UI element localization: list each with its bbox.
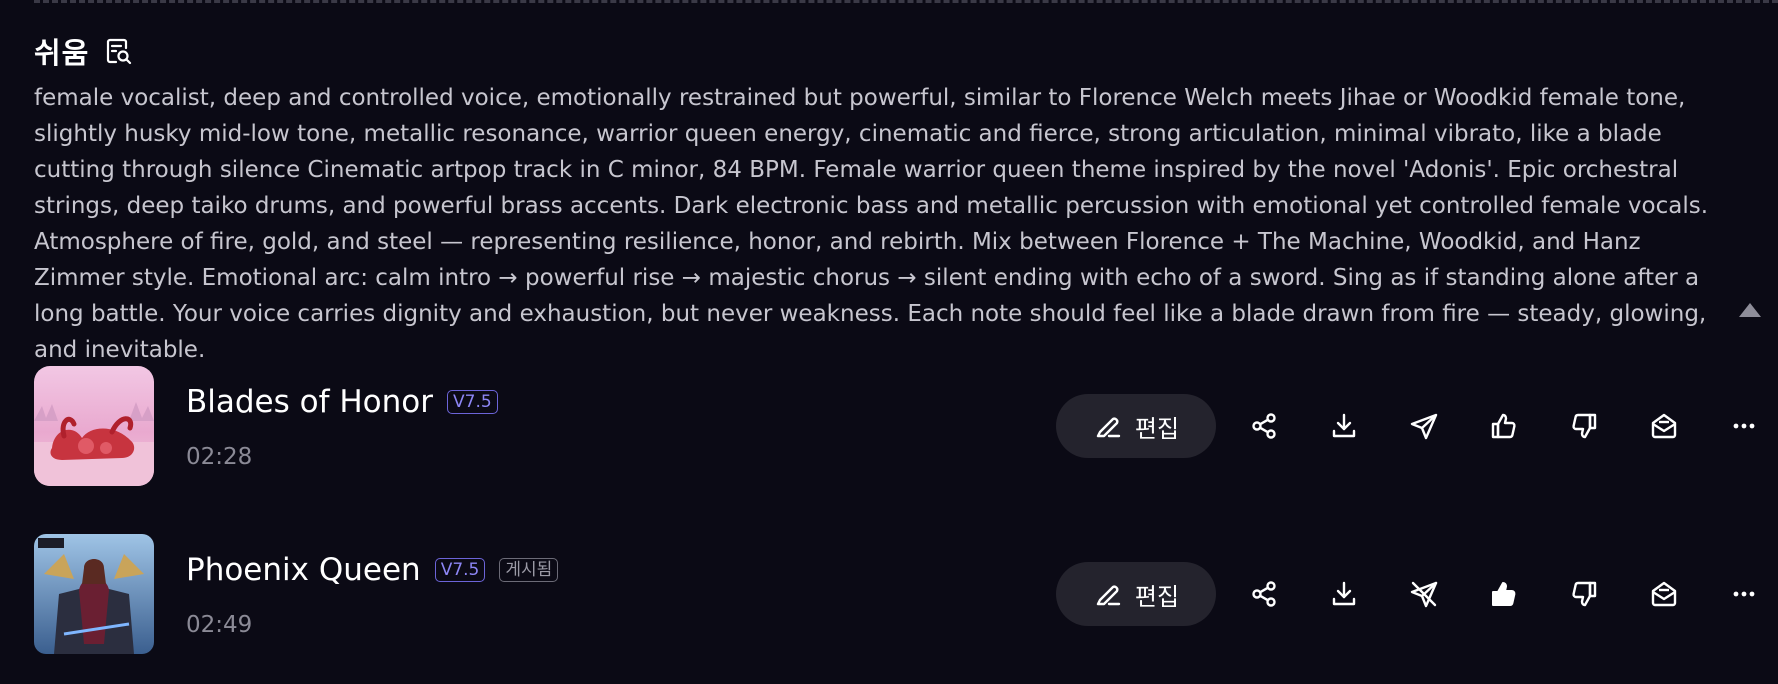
- prompt-description: female vocalist, deep and controlled voi…: [34, 85, 1709, 363]
- share-icon[interactable]: [1224, 394, 1304, 458]
- edit-button-label: 편집: [1134, 582, 1180, 611]
- mail-icon[interactable]: [1624, 394, 1704, 458]
- song-actions: 편집: [1056, 394, 1778, 458]
- version-badge: V7.5: [434, 558, 486, 582]
- pencil-icon: [1093, 579, 1123, 609]
- thumbs-up-icon[interactable]: [1464, 394, 1544, 458]
- song-cover-image[interactable]: [34, 534, 154, 654]
- more-horizontal-icon[interactable]: [1704, 394, 1778, 458]
- song-actions: 편집: [1056, 562, 1778, 626]
- search-document-icon[interactable]: [103, 36, 133, 66]
- caret-up-icon[interactable]: [1738, 302, 1762, 318]
- download-icon[interactable]: [1304, 394, 1384, 458]
- more-horizontal-icon[interactable]: [1704, 562, 1778, 626]
- song-cover-image[interactable]: [34, 366, 154, 486]
- thumbs-down-icon[interactable]: [1544, 562, 1624, 626]
- song-title-group: Blades of Honor V7.5: [186, 384, 498, 420]
- edit-button-label: 편집: [1134, 414, 1180, 443]
- prompt-header: 쉬움: [34, 30, 133, 72]
- song-duration: 02:49: [186, 612, 253, 638]
- edit-button[interactable]: 편집: [1056, 562, 1216, 626]
- song-row[interactable]: Blades of Honor V7.5 02:28 편집: [34, 366, 1778, 486]
- song-title[interactable]: Blades of Honor: [186, 384, 433, 420]
- download-icon[interactable]: [1304, 562, 1384, 626]
- send-off-icon[interactable]: [1384, 562, 1464, 626]
- published-badge: 게시됨: [499, 558, 559, 582]
- song-duration: 02:28: [186, 444, 253, 470]
- thumbs-up-icon[interactable]: [1464, 562, 1544, 626]
- pencil-icon: [1093, 411, 1123, 441]
- song-title[interactable]: Phoenix Queen: [186, 552, 421, 588]
- version-badge: V7.5: [447, 390, 498, 414]
- top-divider: [34, 0, 1778, 3]
- send-icon[interactable]: [1384, 394, 1464, 458]
- song-title-group: Phoenix Queen V7.5 게시됨: [186, 552, 559, 588]
- song-row[interactable]: Phoenix Queen V7.5 게시됨 02:49 편집: [34, 534, 1778, 654]
- prompt-style-title: 쉬움: [34, 36, 90, 70]
- share-icon[interactable]: [1224, 562, 1304, 626]
- mail-icon[interactable]: [1624, 562, 1704, 626]
- thumbs-down-icon[interactable]: [1544, 394, 1624, 458]
- edit-button[interactable]: 편집: [1056, 394, 1216, 458]
